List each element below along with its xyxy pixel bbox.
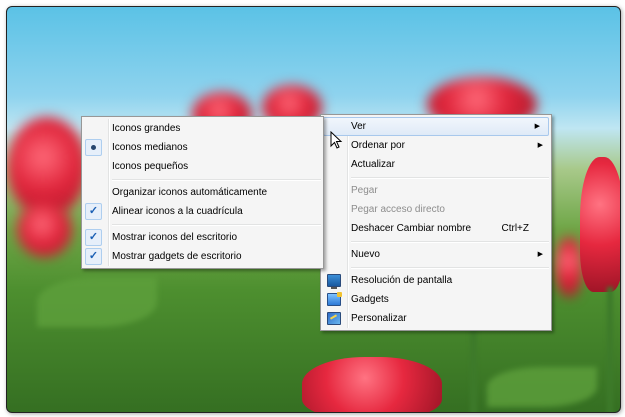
wallpaper-stem bbox=[607, 287, 613, 412]
menu-item-ver[interactable]: Ver ▶ bbox=[323, 117, 549, 136]
menu-item-label: Ver bbox=[351, 121, 367, 132]
mouse-cursor-icon bbox=[330, 131, 343, 149]
menu-item-label: Iconos pequeños bbox=[112, 161, 189, 172]
menu-item-mostrar-gadgets[interactable]: ✓ Mostrar gadgets de escritorio bbox=[82, 247, 323, 266]
menu-separator bbox=[351, 241, 549, 243]
menu-item-personalizar[interactable]: Personalizar bbox=[321, 309, 551, 328]
menu-item-shortcut: Ctrl+Z bbox=[501, 223, 530, 234]
menu-separator bbox=[351, 267, 549, 269]
menu-item-label: Alinear iconos a la cuadrícula bbox=[112, 206, 243, 217]
menu-separator bbox=[112, 179, 321, 181]
menu-item-deshacer[interactable]: Deshacer Cambiar nombre Ctrl+Z bbox=[321, 219, 551, 238]
menu-item-label: Organizar iconos automáticamente bbox=[112, 187, 268, 198]
menu-item-mostrar-iconos[interactable]: ✓ Mostrar iconos del escritorio bbox=[82, 228, 323, 247]
menu-item-label: Resolución de pantalla bbox=[351, 275, 453, 286]
menu-item-gadgets[interactable]: Gadgets bbox=[321, 290, 551, 309]
menu-item-organizar-iconos[interactable]: Organizar iconos automáticamente bbox=[82, 183, 323, 202]
wallpaper-leaf bbox=[37, 277, 157, 327]
menu-item-nuevo[interactable]: Nuevo ▶ bbox=[321, 245, 551, 264]
menu-item-iconos-pequenos[interactable]: Iconos pequeños bbox=[82, 157, 323, 176]
radio-bullet-icon bbox=[85, 139, 102, 156]
menu-item-resolucion[interactable]: Resolución de pantalla bbox=[321, 271, 551, 290]
desktop-context-menu: Ver ▶ Ordenar por ▶ Actualizar Pegar Peg… bbox=[320, 114, 552, 331]
menu-item-actualizar[interactable]: Actualizar bbox=[321, 155, 551, 174]
menu-item-label: Gadgets bbox=[351, 294, 389, 305]
menu-item-iconos-grandes[interactable]: Iconos grandes bbox=[82, 119, 323, 138]
menu-item-label: Iconos medianos bbox=[112, 142, 188, 153]
chevron-right-icon: ▶ bbox=[534, 123, 540, 130]
wallpaper-tulip bbox=[302, 357, 442, 412]
menu-item-label: Ordenar por bbox=[351, 140, 405, 151]
personalize-icon bbox=[327, 312, 341, 325]
menu-item-label: Iconos grandes bbox=[112, 123, 181, 134]
menu-item-alinear-iconos[interactable]: ✓ Alinear iconos a la cuadrícula bbox=[82, 202, 323, 221]
menu-item-label: Mostrar gadgets de escritorio bbox=[112, 251, 242, 262]
menu-separator bbox=[351, 177, 549, 179]
menu-item-iconos-medianos[interactable]: Iconos medianos bbox=[82, 138, 323, 157]
menu-item-label: Deshacer Cambiar nombre bbox=[351, 223, 472, 234]
menu-separator bbox=[112, 224, 321, 226]
menu-item-label: Personalizar bbox=[351, 313, 407, 324]
gadgets-icon bbox=[327, 292, 342, 306]
wallpaper-leaf bbox=[487, 367, 597, 407]
checkmark-icon: ✓ bbox=[85, 248, 102, 265]
menu-item-pegar[interactable]: Pegar bbox=[321, 181, 551, 200]
checkmark-icon: ✓ bbox=[85, 203, 102, 220]
wallpaper-tulip bbox=[17, 202, 72, 257]
checkmark-icon: ✓ bbox=[85, 229, 102, 246]
chevron-right-icon: ▶ bbox=[537, 142, 543, 149]
menu-item-label: Actualizar bbox=[351, 159, 395, 170]
menu-item-ordenar-por[interactable]: Ordenar por ▶ bbox=[321, 136, 551, 155]
display-icon bbox=[327, 274, 341, 289]
menu-item-label: Mostrar iconos del escritorio bbox=[112, 232, 238, 243]
wallpaper-tulip bbox=[580, 157, 620, 292]
menu-item-label: Nuevo bbox=[351, 249, 380, 260]
wallpaper-tulip bbox=[555, 237, 583, 297]
view-submenu: Iconos grandes Iconos medianos Iconos pe… bbox=[81, 116, 324, 269]
menu-item-pegar-acceso-directo[interactable]: Pegar acceso directo bbox=[321, 200, 551, 219]
menu-item-label: Pegar acceso directo bbox=[351, 204, 445, 215]
chevron-right-icon: ▶ bbox=[537, 251, 543, 258]
menu-item-label: Pegar bbox=[351, 185, 378, 196]
